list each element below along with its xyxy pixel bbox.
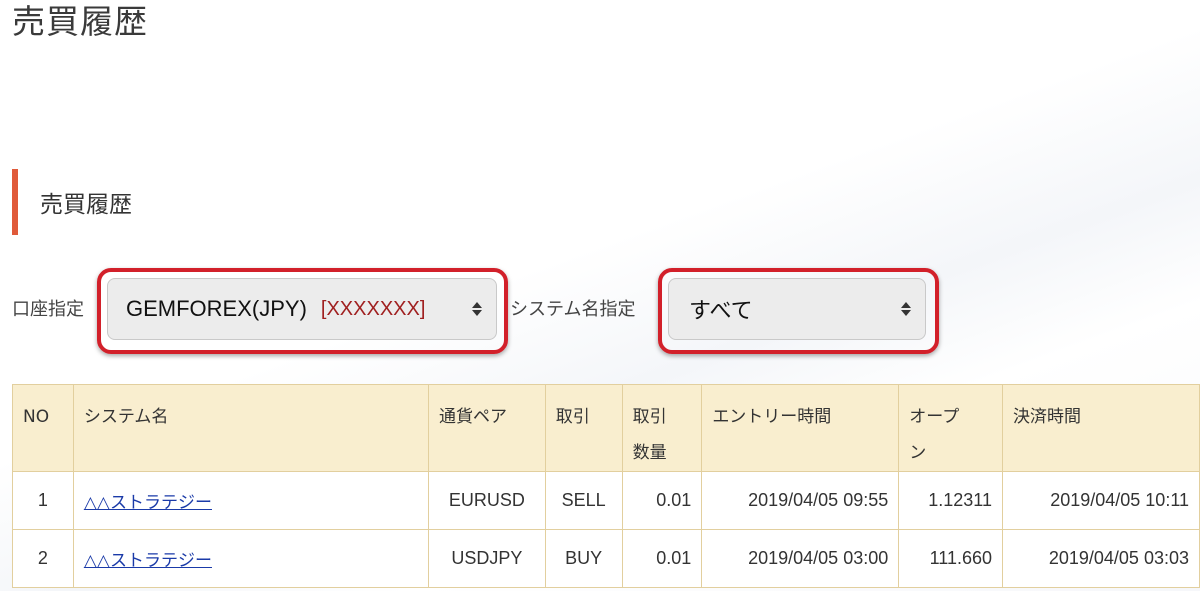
page-title: 売買履歴: [12, 2, 148, 41]
system-name-link[interactable]: △△ストラテジー: [84, 551, 212, 571]
header-open: オープン: [898, 384, 1003, 472]
account-select[interactable]: GEMFOREX(JPY) [XXXXXXX]: [107, 278, 497, 340]
cell-system-name: △△ストラテジー: [72, 529, 430, 588]
cell-no: 1: [12, 471, 74, 530]
cell-system-name: △△ストラテジー: [72, 471, 430, 530]
cell-close-time: 2019/04/05 03:03: [1002, 529, 1200, 588]
cell-open: 111.660: [898, 529, 1003, 588]
header-no: NO: [12, 384, 74, 472]
table-header-row: NO システム名 通貨ペア 取引 取引 数量 エントリー時間 オープン 決済時間: [12, 384, 1200, 472]
cell-trade: SELL: [544, 471, 623, 530]
select-updown-icon: [472, 302, 482, 316]
account-select-value: GEMFOREX(JPY): [126, 296, 307, 321]
account-label: 口座指定: [12, 299, 84, 320]
trade-history-table: NO システム名 通貨ペア 取引 取引 数量 エントリー時間 オープン 決済時間 …: [12, 384, 1200, 588]
cell-quantity: 0.01: [621, 471, 703, 530]
section-heading: 売買履歴: [12, 169, 132, 235]
section-heading-label: 売買履歴: [40, 192, 132, 218]
cell-quantity: 0.01: [621, 529, 703, 588]
system-select[interactable]: すべて: [668, 278, 926, 340]
cell-close-time: 2019/04/05 10:11: [1002, 471, 1200, 530]
header-system-name: システム名: [72, 384, 430, 472]
header-entry-time: エントリー時間: [701, 384, 900, 472]
header-currency-pair: 通貨ペア: [428, 384, 546, 472]
table-row: 1 △△ストラテジー EURUSD SELL 0.01 2019/04/05 0…: [12, 471, 1200, 530]
cell-open: 1.12311: [898, 471, 1003, 530]
header-trade: 取引: [544, 384, 623, 472]
header-quantity: 取引 数量: [621, 384, 703, 472]
cell-trade: BUY: [544, 529, 623, 588]
system-name-link[interactable]: △△ストラテジー: [84, 493, 212, 513]
header-close-time: 決済時間: [1002, 384, 1200, 472]
select-updown-icon: [901, 302, 911, 316]
cell-currency-pair: EURUSD: [428, 471, 546, 530]
cell-entry-time: 2019/04/05 03:00: [701, 529, 900, 588]
system-label: システム名指定: [510, 299, 636, 320]
cell-currency-pair: USDJPY: [428, 529, 546, 588]
account-id: [XXXXXXX]: [320, 297, 426, 320]
table-row: 2 △△ストラテジー USDJPY BUY 0.01 2019/04/05 03…: [12, 529, 1200, 588]
cell-entry-time: 2019/04/05 09:55: [701, 471, 900, 530]
cell-no: 2: [12, 529, 74, 588]
system-select-value: すべて: [689, 298, 753, 323]
filter-row: 口座指定 GEMFOREX(JPY) [XXXXXXX] システム名指定 すべて: [0, 268, 1200, 354]
